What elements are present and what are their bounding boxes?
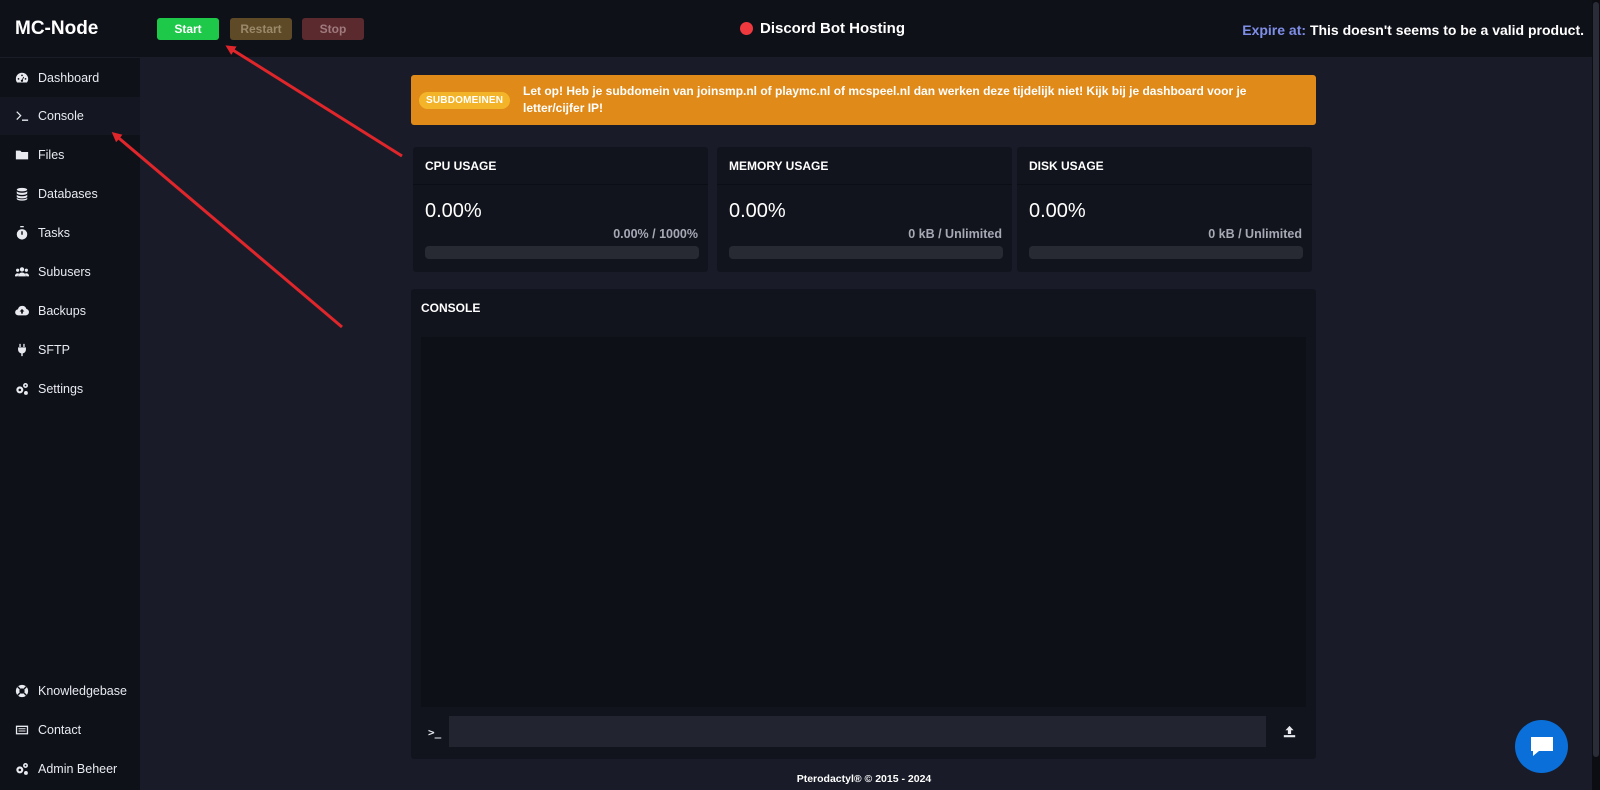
status-dot-icon <box>740 22 753 35</box>
lifebuoy-icon <box>15 684 29 698</box>
sidebar-item-label: Databases <box>38 187 98 201</box>
sidebar-item-dashboard[interactable]: Dashboard <box>0 59 140 97</box>
folder-icon <box>15 148 29 162</box>
chat-icon <box>1530 736 1553 756</box>
sidebar-item-label: Backups <box>38 304 86 318</box>
expire-label: Expire at: <box>1242 22 1307 38</box>
disk-usage-bar <box>1029 246 1303 259</box>
memory-usage-value: 0.00% <box>729 200 786 222</box>
page-scrollbar[interactable] <box>1592 0 1600 790</box>
sidebar: Dashboard Console Files Databases Tasks … <box>0 58 140 790</box>
expire-value: This doesn't seems to be a valid product… <box>1309 22 1584 38</box>
sidebar-item-backups[interactable]: Backups <box>0 292 140 330</box>
arrow-to-start <box>225 45 403 158</box>
cpu-usage-limit: 0.00% / 1000% <box>613 227 698 241</box>
sidebar-item-sftp[interactable]: SFTP <box>0 331 140 369</box>
cpu-usage-card: CPU USAGE 0.00% 0.00% / 1000% <box>413 147 708 272</box>
brand-logo[interactable]: MC-Node <box>15 18 98 40</box>
sidebar-item-label: Tasks <box>38 226 70 240</box>
sidebar-item-label: Console <box>38 109 84 123</box>
server-name-label: Discord Bot Hosting <box>760 20 905 37</box>
start-button[interactable]: Start <box>157 18 219 40</box>
sidebar-item-files[interactable]: Files <box>0 136 140 174</box>
expire-info: Expire at: This doesn't seems to be a va… <box>1242 22 1584 38</box>
console-prompt: >_ <box>428 726 442 739</box>
sidebar-item-tasks[interactable]: Tasks <box>0 214 140 252</box>
sidebar-item-subusers[interactable]: Subusers <box>0 253 140 291</box>
sidebar-item-settings[interactable]: Settings <box>0 370 140 408</box>
console-panel: CONSOLE >_ <box>411 289 1316 759</box>
console-output[interactable] <box>421 337 1306 707</box>
footer-copyright: Pterodactyl® © 2015 - 2024 <box>796 773 932 785</box>
sidebar-item-label: Files <box>38 148 65 162</box>
disk-usage-card: DISK USAGE 0.00% 0 kB / Unlimited <box>1017 147 1312 272</box>
sidebar-item-label: Knowledgebase <box>38 684 127 698</box>
terminal-icon <box>15 109 29 123</box>
dashboard-icon <box>15 71 29 85</box>
restart-button[interactable]: Restart <box>230 18 292 40</box>
sidebar-item-contact[interactable]: Contact <box>0 711 140 749</box>
stopwatch-icon <box>15 226 29 240</box>
top-bar: MC-Node Start Restart Stop Discord Bot H… <box>0 0 1600 58</box>
sidebar-item-databases[interactable]: Databases <box>0 175 140 213</box>
arrow-to-console <box>111 132 343 329</box>
sidebar-item-label: Dashboard <box>38 71 100 85</box>
sidebar-item-label: SFTP <box>38 343 70 357</box>
subdomain-alert: SUBDOMEINEN Let op! Heb je subdomein van… <box>411 75 1316 125</box>
sidebar-item-label: Settings <box>38 382 84 396</box>
alert-badge: SUBDOMEINEN <box>419 92 511 109</box>
sidebar-item-knowledgebase[interactable]: Knowledgebase <box>0 672 140 710</box>
gears-icon <box>15 382 29 396</box>
plug-icon <box>15 343 29 357</box>
cpu-usage-bar <box>425 246 699 259</box>
contact-card-icon <box>15 723 29 737</box>
sidebar-item-console[interactable]: Console <box>0 97 140 135</box>
card-title: MEMORY USAGE <box>717 147 1012 185</box>
alert-text: Let op! Heb je subdomein van joinsmp.nl … <box>523 84 1247 115</box>
console-command-input[interactable] <box>449 716 1266 747</box>
memory-usage-bar <box>729 246 1003 259</box>
sidebar-item-label: Subusers <box>38 265 91 279</box>
upload-icon[interactable] <box>1281 723 1297 739</box>
cloud-upload-icon <box>15 304 29 318</box>
sidebar-item-label: Contact <box>38 723 82 737</box>
cpu-usage-value: 0.00% <box>425 200 482 222</box>
users-icon <box>15 265 29 279</box>
disk-usage-limit: 0 kB / Unlimited <box>1208 227 1302 241</box>
console-title: CONSOLE <box>421 301 481 315</box>
server-name: Discord Bot Hosting <box>740 20 905 37</box>
stop-button[interactable]: Stop <box>302 18 364 40</box>
scrollbar-thumb[interactable] <box>1593 2 1599 757</box>
chat-button[interactable] <box>1515 720 1568 773</box>
database-icon <box>15 187 29 201</box>
memory-usage-limit: 0 kB / Unlimited <box>908 227 1002 241</box>
disk-usage-value: 0.00% <box>1029 200 1086 222</box>
memory-usage-card: MEMORY USAGE 0.00% 0 kB / Unlimited <box>717 147 1012 272</box>
card-title: CPU USAGE <box>413 147 708 185</box>
card-title: DISK USAGE <box>1017 147 1312 185</box>
